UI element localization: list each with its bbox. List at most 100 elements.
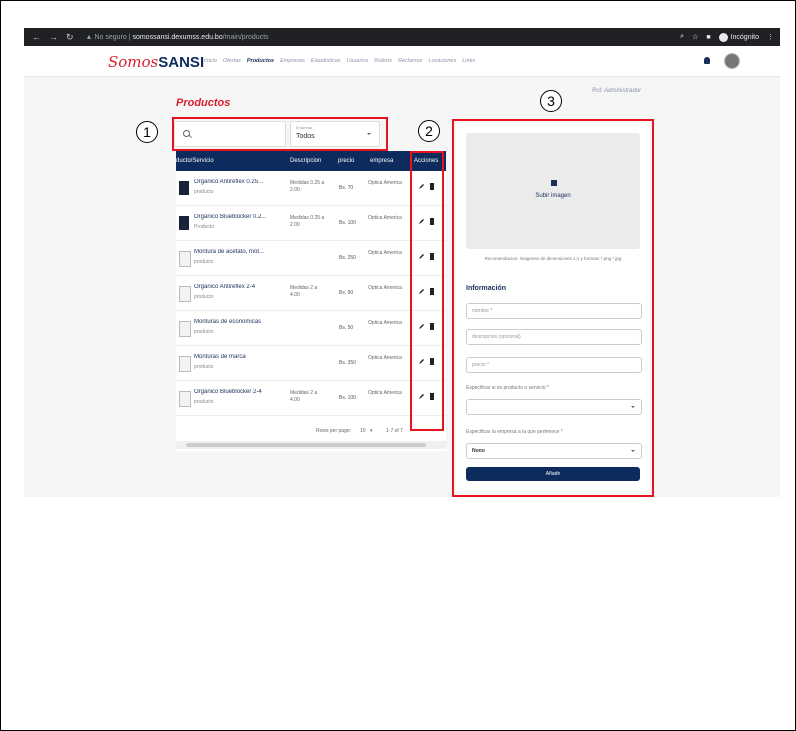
product-name: Monturas de economicas (194, 319, 262, 325)
product-price: Bs. 50 (339, 325, 354, 331)
incognito-icon (718, 32, 728, 42)
table-row[interactable]: Monturas de marca producto Bs. 350 Optica A… (176, 346, 446, 381)
product-empresa: Optica America (368, 355, 402, 361)
col-producto[interactable]: ducto/Servicio (176, 158, 214, 164)
browser-toolbar: ← → ↻ ▲ No seguro | somossansi.dexumss.e… (24, 28, 780, 46)
pagination-range: 1-7 of 7 (386, 428, 403, 434)
product-thumbnail (179, 391, 191, 407)
menu-item-ofertas[interactable]: Ofertas (223, 58, 241, 64)
product-name: Organico Blueblocker 2-4 (194, 389, 262, 395)
menu-item-empresas[interactable]: Empresas (280, 58, 305, 64)
tab-icon[interactable]: ■ (706, 34, 710, 41)
col-descripcion[interactable]: Descripcion (290, 158, 321, 164)
product-type: producto (194, 399, 214, 405)
product-price: Bs. 350 (339, 360, 356, 366)
product-thumbnail (179, 286, 191, 302)
product-name: Organico Blueblocker 0.2... (194, 214, 267, 220)
table-row[interactable]: Organico Blueblocker 0.2... Producto Medid… (176, 206, 446, 241)
logo-sansi: SANSI (158, 54, 205, 71)
product-empresa: Optica America (368, 320, 402, 326)
product-name: Monturas de marca (194, 354, 246, 360)
products-table: ducto/Servicio Descripcion precio empres… (176, 151, 446, 451)
product-price: Bs. 90 (339, 290, 354, 296)
reload-icon[interactable]: ↻ (66, 32, 74, 43)
product-thumbnail (179, 251, 191, 267)
product-type: producto (194, 329, 214, 335)
table-row[interactable]: Monturas de economicas producto Bs. 50 Opti… (176, 311, 446, 346)
star-icon[interactable]: ☆ (692, 33, 698, 41)
security-label: No seguro (94, 33, 127, 41)
table-row[interactable]: Montura de acetato, mot... producto Bs. 25… (176, 241, 446, 276)
menu-item-locaciones[interactable]: Locaciones (428, 58, 456, 64)
product-thumbnail (179, 356, 191, 372)
annotation-box-3 (452, 119, 654, 497)
warning-icon: ▲ (85, 33, 93, 41)
product-type: producto (194, 189, 214, 195)
table-row[interactable]: Organico Antireflex 2-4 producto Medidas 2… (176, 276, 446, 311)
forward-icon[interactable]: → (49, 32, 58, 43)
annotation-number-2: 2 (418, 120, 440, 142)
product-price: Bs. 70 (339, 185, 354, 191)
product-price: Bs. 250 (339, 255, 356, 261)
annotation-box-1 (172, 117, 388, 151)
menu-item-estadisticas[interactable]: Estadísticas (311, 58, 341, 64)
product-price: Bs. 100 (339, 220, 356, 226)
table-header: ducto/Servicio Descripcion precio empres… (176, 151, 446, 171)
menu-item-productos[interactable]: Productos (247, 58, 274, 64)
menu-dots-icon[interactable]: ⋮ (767, 33, 774, 41)
product-name: Organico Antireflex 0.25... (194, 179, 264, 185)
rows-per-page-select[interactable]: 10 (360, 428, 366, 434)
main-menu: Inicio Ofertas Productos Empresas Estadí… (204, 58, 475, 64)
product-description: Medidas 0.25 a 2.00 (290, 180, 325, 193)
annotation-number-3: 3 (540, 90, 562, 112)
product-name: Montura de acetato, mot... (194, 249, 265, 255)
incognito-label: Incógnito (730, 33, 759, 41)
zoom-icon[interactable]: ⌕ (680, 33, 684, 41)
role-label: Rol: Administrador (592, 88, 642, 94)
product-description: Medidas 0.25 a 2.00 (290, 215, 325, 228)
rows-per-page-label: Rows per page: (316, 428, 352, 434)
product-price: Bs. 100 (339, 395, 356, 401)
product-type: producto (194, 259, 214, 265)
horizontal-scrollbar[interactable] (176, 441, 446, 449)
product-empresa: Optica America (368, 180, 402, 186)
product-type: Producto (194, 224, 215, 230)
menu-item-links[interactable]: Links (462, 58, 475, 64)
logo[interactable]: SomosSANSI (108, 53, 204, 71)
table-row[interactable]: Organico Antireflex 0.25... producto Medid… (176, 171, 446, 206)
avatar[interactable] (724, 53, 740, 69)
product-empresa: Optica America (368, 215, 402, 221)
menu-item-inicio[interactable]: Inicio (204, 58, 217, 64)
annotation-box-2 (410, 151, 444, 431)
product-name: Organico Antireflex 2-4 (194, 284, 256, 290)
logo-somos: Somos (108, 53, 159, 71)
bell-icon[interactable] (704, 57, 710, 64)
back-icon[interactable]: ← (32, 32, 41, 43)
menu-item-usuarios[interactable]: Usuarios (347, 58, 369, 64)
product-type: producto (194, 294, 214, 300)
url-host: somossansi.dexumss.edu.bo (132, 33, 223, 41)
page-title: Productos (176, 97, 231, 109)
main-content: Productos Rol: Administrador Empresa Tod… (24, 77, 780, 497)
col-precio[interactable]: precio (338, 158, 354, 164)
chevron-down-icon: ▾ (370, 428, 373, 434)
address-bar[interactable]: ▲ No seguro | somossansi.dexumss.edu.bo/… (86, 34, 269, 41)
product-description: Medidas 2 a 4.00 (290, 285, 318, 298)
product-description: Medidas 2 a 4.00 (290, 390, 318, 403)
table-footer: Rows per page: 10 ▾ 1-7 of 7 (176, 425, 446, 439)
col-empresa[interactable]: empresa (370, 158, 393, 164)
app-header: SomosSANSI Inicio Ofertas Productos Empr… (24, 46, 780, 77)
table-row[interactable]: Organico Blueblocker 2-4 producto Medidas … (176, 381, 446, 416)
product-thumbnail (179, 216, 189, 230)
incognito-indicator[interactable]: Incógnito (718, 32, 759, 42)
product-empresa: Optica America (368, 390, 402, 396)
url-path: /main/products (222, 33, 269, 41)
product-empresa: Optica America (368, 285, 402, 291)
annotation-number-1: 1 (136, 121, 158, 143)
menu-item-reclamos[interactable]: Reclamos (398, 58, 422, 64)
scrollbar-thumb[interactable] (186, 443, 426, 447)
product-empresa: Optica America (368, 250, 402, 256)
product-type: producto (194, 364, 214, 370)
product-thumbnail (179, 321, 191, 337)
menu-item-rubros[interactable]: Rubros (374, 58, 392, 64)
